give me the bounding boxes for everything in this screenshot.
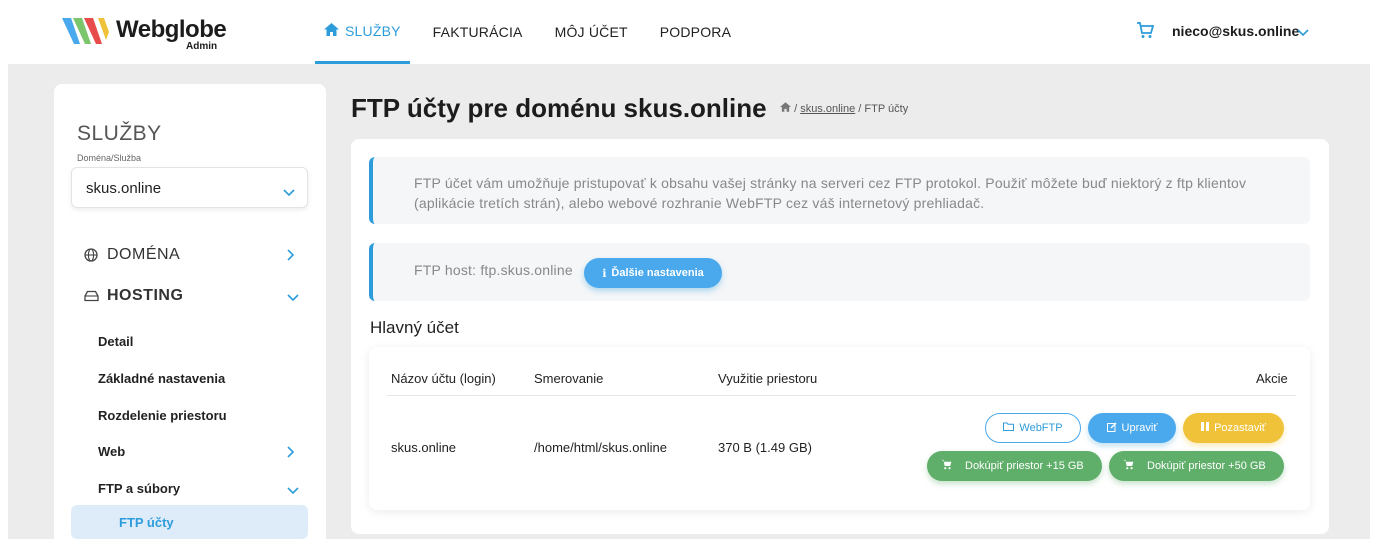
buy-50gb-label: Dokúpiť priestor +50 GB — [1147, 460, 1266, 472]
nav-label: SLUŽBY — [345, 22, 401, 39]
nav-item-fakturacia[interactable]: FAKTURÁCIA — [424, 0, 532, 64]
brand-name: Webglobe — [116, 16, 227, 43]
brand-sub: Admin — [186, 41, 218, 52]
webftp-button[interactable]: WebFTP — [985, 413, 1081, 443]
sidebar-subitem-label: Rozdelenie priestoru — [98, 408, 227, 423]
webglobe-logo-icon — [62, 18, 109, 44]
pause-label: Pozastaviť — [1214, 422, 1266, 434]
pause-button[interactable]: Pozastaviť — [1183, 413, 1284, 443]
pause-icon — [1201, 422, 1210, 434]
table-divider — [387, 395, 1296, 396]
sidebar-subitem-rozdelenie-priestoru[interactable]: Rozdelenie priestoru — [54, 400, 326, 430]
more-settings-label: Ďalšie nastavenia — [611, 267, 704, 279]
folder-icon — [1003, 422, 1015, 434]
cart-icon — [941, 459, 952, 473]
nav-item-podpora[interactable]: PODPORA — [651, 0, 740, 64]
edit-icon — [1106, 422, 1117, 435]
sidebar-item-domena[interactable]: DOMÉNA — [54, 240, 326, 270]
sidebar: SLUŽBY Doména/Služba skus.online DOMÉNA … — [54, 84, 326, 539]
sidebar-subitem-web[interactable]: Web — [54, 436, 326, 466]
more-settings-button[interactable]: ℹ Ďalšie nastavenia — [584, 258, 722, 288]
globe-icon — [84, 248, 98, 267]
edit-label: Upraviť — [1121, 422, 1158, 434]
column-header-usage: Využitie priestoru — [718, 371, 818, 386]
chevron-down-icon — [287, 289, 299, 307]
cell-path: /home/html/skus.online — [534, 440, 667, 455]
sidebar-subitem-ftp-ucty[interactable]: FTP účty — [71, 505, 308, 539]
home-icon — [324, 22, 339, 39]
top-bar: Webglobe Admin SLUŽBY FAKTURÁCIA MÔJ ÚČE… — [0, 0, 1375, 64]
sidebar-item-label: DOMÉNA — [107, 246, 181, 263]
sidebar-item-label: HOSTING — [107, 287, 184, 304]
nav-item-moj-ucet[interactable]: MÔJ ÚČET — [546, 0, 637, 64]
sidebar-title: SLUŽBY — [77, 122, 162, 145]
chevron-down-icon — [283, 184, 295, 202]
buy-15gb-button[interactable]: Dokúpiť priestor +15 GB — [927, 451, 1102, 481]
cell-usage: 370 B (1.49 GB) — [718, 440, 812, 455]
column-header-actions: Akcie — [1256, 371, 1288, 386]
chevron-right-icon — [287, 248, 295, 266]
sidebar-subitem-zakladne-nastavenia[interactable]: Základné nastavenia — [54, 363, 326, 393]
home-icon[interactable] — [780, 102, 794, 115]
info-text: FTP účet vám umožňuje pristupovať k obsa… — [414, 175, 1247, 211]
sidebar-subitem-label: Detail — [98, 334, 134, 349]
sidebar-subitem-label: Základné nastavenia — [98, 371, 226, 386]
sidebar-subitem-label: FTP účty — [119, 515, 174, 530]
column-header-login: Názov účtu (login) — [391, 371, 496, 386]
cart-icon — [1123, 459, 1134, 473]
ftp-host-text: FTP host: ftp.skus.online — [414, 262, 573, 278]
sidebar-subitem-label: Web — [98, 444, 126, 459]
cart-icon[interactable] — [1136, 22, 1155, 44]
section-title: Hlavný účet — [370, 318, 459, 337]
info-box: FTP účet vám umožňuje pristupovať k obsa… — [369, 157, 1310, 224]
nav-item-sluzby[interactable]: SLUŽBY — [315, 0, 410, 64]
logo[interactable]: Webglobe Admin — [60, 10, 230, 54]
service-select-value: skus.online — [86, 180, 162, 197]
nav-label: PODPORA — [659, 24, 732, 40]
buy-50gb-button[interactable]: Dokúpiť priestor +50 GB — [1109, 451, 1284, 481]
user-menu[interactable]: nieco@skus.online — [1172, 23, 1299, 39]
page-title: FTP účty pre doménu skus.online — [351, 93, 767, 123]
select-label: Doména/Služba — [77, 153, 142, 163]
sidebar-subitem-ftp-a-subory[interactable]: FTP a súbory — [54, 473, 326, 503]
chevron-down-icon[interactable] — [1297, 24, 1309, 42]
info-icon: ℹ — [602, 267, 607, 280]
nav-label: MÔJ ÚČET — [554, 24, 628, 40]
sidebar-subitem-label: FTP a súbory — [98, 481, 181, 496]
nav-label: FAKTURÁCIA — [432, 24, 523, 40]
main-nav: SLUŽBY FAKTURÁCIA MÔJ ÚČET PODPORA — [315, 0, 754, 64]
breadcrumb: / skus.online / FTP účty — [780, 102, 908, 115]
ftp-host-box: FTP host: ftp.skus.online — [369, 243, 1310, 301]
chevron-right-icon — [287, 445, 295, 463]
webftp-label: WebFTP — [1019, 422, 1063, 434]
sidebar-subitem-detail[interactable]: Detail — [54, 326, 326, 356]
cell-login: skus.online — [391, 440, 457, 455]
chevron-down-icon — [287, 482, 299, 500]
service-select[interactable]: skus.online — [71, 167, 308, 208]
breadcrumb-current: FTP účty — [864, 103, 909, 115]
edit-button[interactable]: Upraviť — [1088, 413, 1176, 443]
app-root: Webglobe Admin SLUŽBY FAKTURÁCIA MÔJ ÚČE… — [0, 0, 1375, 539]
column-header-path: Smerovanie — [534, 371, 604, 386]
sidebar-item-hosting[interactable]: HOSTING — [54, 281, 326, 311]
server-icon — [84, 289, 99, 307]
buy-15gb-label: Dokúpiť priestor +15 GB — [965, 460, 1084, 472]
breadcrumb-link[interactable]: skus.online — [800, 103, 855, 115]
